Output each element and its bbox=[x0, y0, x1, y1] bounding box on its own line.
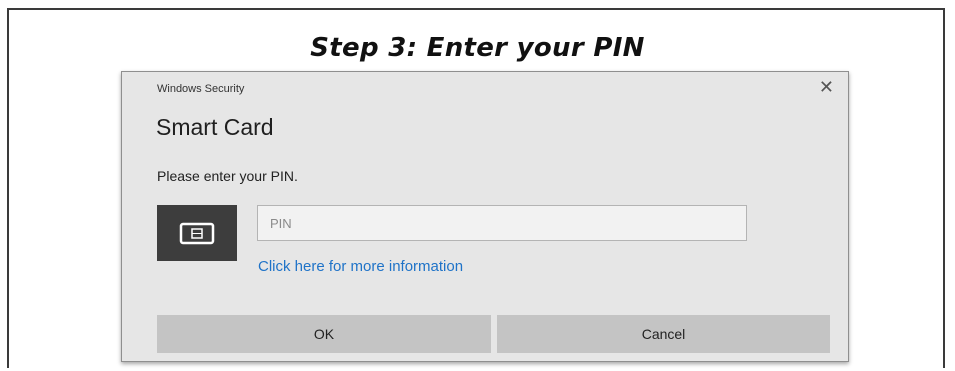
windows-security-dialog: Windows Security ✕ Smart Card Please ent… bbox=[121, 71, 849, 362]
cancel-button[interactable]: Cancel bbox=[497, 315, 830, 353]
dialog-caption: Windows Security bbox=[157, 83, 245, 95]
ok-button[interactable]: OK bbox=[157, 315, 491, 353]
smart-card-icon bbox=[157, 205, 237, 261]
dialog-heading: Smart Card bbox=[156, 114, 274, 140]
more-info-link[interactable]: Click here for more information bbox=[258, 258, 463, 275]
pin-prompt: Please enter your PIN. bbox=[157, 168, 298, 184]
close-icon[interactable]: ✕ bbox=[819, 78, 834, 96]
pin-input[interactable] bbox=[257, 205, 747, 241]
step-title: Step 3: Enter your PIN bbox=[310, 33, 645, 63]
